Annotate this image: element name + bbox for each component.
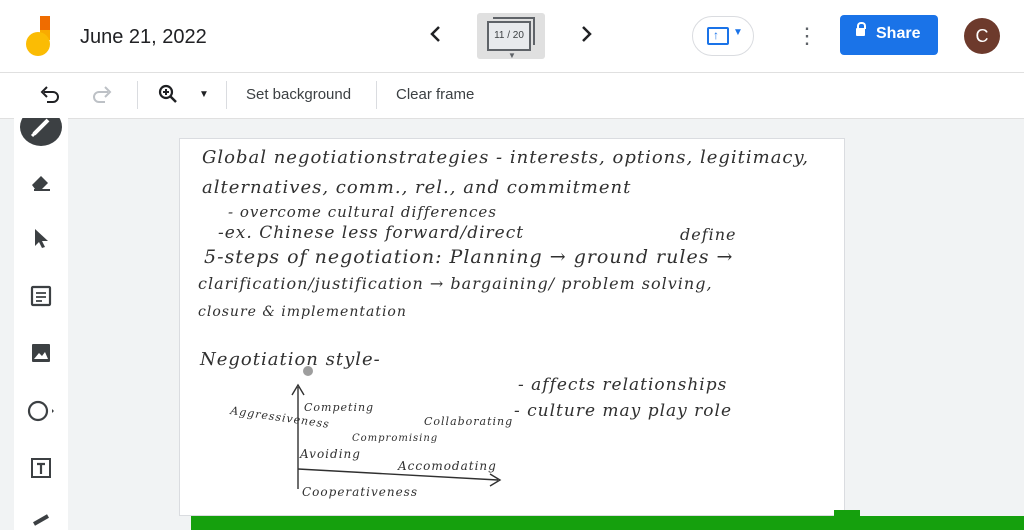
tools-sidebar — [14, 118, 68, 530]
shape-tool[interactable] — [26, 398, 56, 428]
diagram-label: Accomodating — [398, 459, 497, 473]
eraser-icon — [32, 176, 50, 191]
select-tool[interactable] — [26, 225, 56, 255]
clear-frame-button[interactable]: Clear frame — [396, 86, 474, 103]
next-frame-button[interactable] — [572, 22, 600, 50]
caret-down-icon: ▼ — [508, 51, 516, 60]
chevron-left-icon — [429, 23, 443, 48]
diagram-label: Competing — [304, 401, 375, 414]
zoom-dropdown-button[interactable]: ▼ — [192, 83, 216, 107]
laser-icon — [33, 514, 49, 526]
style-diagram — [291, 366, 502, 489]
present-button[interactable]: ↑ ▼ — [692, 16, 754, 56]
prev-frame-button[interactable] — [422, 22, 450, 50]
diagram-label: Collaborating — [424, 415, 514, 428]
share-label: Share — [876, 25, 921, 42]
share-button[interactable]: Share — [840, 15, 938, 55]
pen-tool[interactable] — [20, 118, 62, 146]
eraser-tool[interactable] — [26, 168, 56, 198]
sticky-note-tool[interactable] — [26, 283, 56, 313]
image-icon — [32, 344, 50, 362]
select-icon — [35, 229, 48, 248]
undo-icon — [39, 86, 61, 110]
zoom-icon — [157, 84, 179, 110]
frame-indicator: 11 / 20 — [487, 21, 531, 51]
diagram-label: Cooperativeness — [302, 485, 418, 499]
text-box-tool[interactable] — [26, 455, 56, 485]
dropdown-icon: ▼ — [733, 27, 743, 38]
top-bar: June 21, 2022 11 / 20 ▼ ↑ ▼ ⋮ Share C — [0, 0, 1024, 72]
diagram-label: Avoiding — [300, 447, 361, 461]
laser-tool[interactable] — [26, 510, 56, 530]
diagram-label: Compromising — [352, 433, 439, 444]
sticky-note-icon — [30, 285, 52, 307]
zoom-button[interactable] — [156, 83, 180, 107]
divider — [137, 81, 138, 109]
chevron-right-icon — [579, 23, 593, 48]
jam-title[interactable]: June 21, 2022 — [80, 26, 207, 49]
zoom-dropdown-icon: ▼ — [199, 89, 209, 100]
lock-icon — [856, 22, 866, 36]
status-bar — [191, 516, 1024, 530]
set-background-button[interactable]: Set background — [246, 86, 351, 103]
jamboard-logo — [24, 16, 56, 56]
more-options-button[interactable]: ⋮ — [796, 22, 818, 50]
circle-icon — [27, 400, 54, 422]
divider — [376, 81, 377, 109]
pen-icon — [30, 118, 50, 138]
frame-bar-toggle[interactable]: 11 / 20 ▼ — [477, 13, 545, 60]
text-box-icon — [31, 458, 51, 478]
undo-button[interactable] — [38, 83, 62, 107]
image-tool[interactable] — [26, 340, 56, 370]
divider — [226, 81, 227, 109]
redo-button[interactable] — [90, 83, 114, 107]
status-bar-handle — [834, 510, 860, 518]
redo-icon — [91, 86, 113, 110]
avatar[interactable]: C — [964, 18, 1000, 54]
toolbar: ▼ Set background Clear frame — [0, 72, 1024, 119]
more-vert-icon: ⋮ — [796, 23, 818, 48]
whiteboard-frame[interactable]: Global negotiationstrategies - interests… — [179, 138, 845, 516]
